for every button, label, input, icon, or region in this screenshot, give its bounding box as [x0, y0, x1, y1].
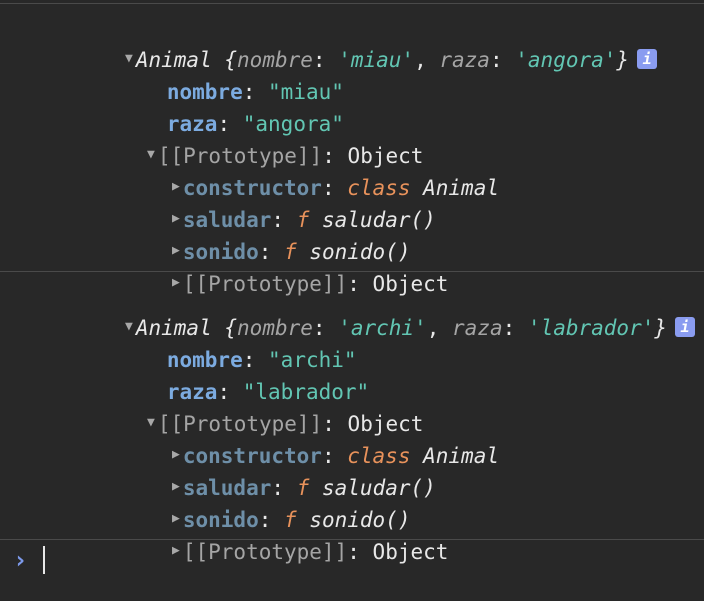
preview-value: 'miau' — [338, 48, 415, 72]
inner-prototype-row[interactable]: ▶ [[Prototype]]: Object — [93, 236, 448, 296]
preview-key: raza — [452, 316, 503, 340]
method-row-saludar[interactable]: ▶ saludar: f saludar() — [93, 440, 436, 500]
constructor-row[interactable]: ▶ constructor: class Animal — [93, 140, 499, 200]
property-row[interactable]: nombre: "archi" — [91, 312, 357, 372]
method-row-sonido[interactable]: ▶ sonido: f sonido() — [93, 204, 411, 264]
preview-key: raza — [439, 48, 490, 72]
chevron-right-icon: › — [13, 546, 28, 574]
text-caret — [43, 546, 45, 574]
method-row-saludar[interactable]: ▶ saludar: f saludar() — [93, 172, 436, 232]
preview-close-brace: } — [654, 316, 668, 340]
devtools-console: ▼ Animal {nombre: 'miau', raza: 'angora'}… — [0, 0, 704, 586]
property-row[interactable]: raza: "angora" — [91, 76, 344, 136]
console-prompt[interactable]: › — [0, 540, 704, 580]
constructor-row[interactable]: ▶ constructor: class Animal — [93, 408, 499, 468]
divider — [0, 3, 704, 4]
object-summary-row[interactable]: ▼ Animal {nombre: 'miau', raza: 'angora'}… — [46, 12, 658, 72]
info-icon[interactable]: i — [637, 49, 658, 69]
info-icon[interactable]: i — [675, 317, 696, 337]
prototype-row[interactable]: ▼ [[Prototype]]: Object — [68, 376, 423, 436]
property-row[interactable]: nombre: "miau" — [91, 44, 344, 104]
preview-close-brace: } — [616, 48, 630, 72]
inner-prototype-row[interactable]: ▶ [[Prototype]]: Object — [93, 504, 448, 564]
prototype-row[interactable]: ▼ [[Prototype]]: Object — [68, 108, 423, 168]
property-row[interactable]: raza: "labrador" — [91, 344, 369, 404]
method-row-sonido[interactable]: ▶ sonido: f sonido() — [93, 472, 411, 532]
preview-value: 'angora' — [515, 48, 617, 72]
preview-value: 'labrador' — [527, 316, 655, 340]
object-summary-row[interactable]: ▼ Animal {nombre: 'archi', raza: 'labrado… — [46, 280, 696, 340]
divider — [0, 271, 704, 272]
